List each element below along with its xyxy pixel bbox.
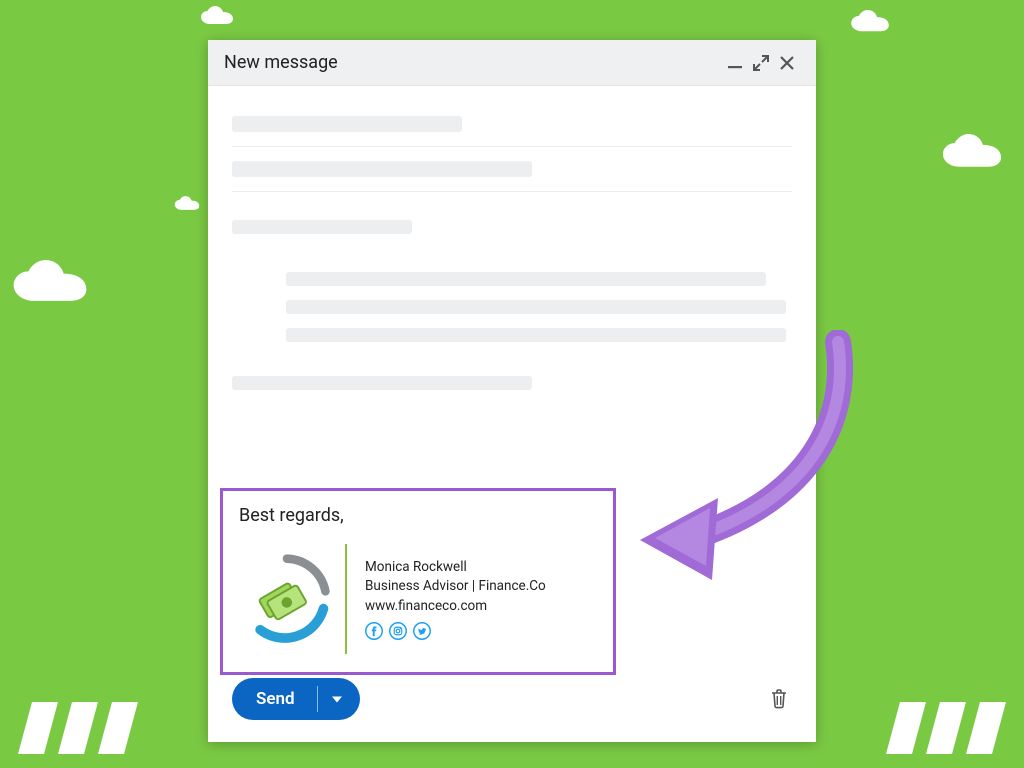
- signature-name: Monica Rockwell: [365, 558, 546, 578]
- stripes-icon: [18, 702, 138, 758]
- minimize-icon: [727, 55, 743, 71]
- signature-url: www.financeco.com: [365, 597, 546, 617]
- signature-social-row: [365, 622, 546, 640]
- instagram-icon[interactable]: [389, 622, 407, 640]
- expand-icon: [753, 55, 769, 71]
- expand-button[interactable]: [748, 50, 774, 76]
- placeholder-bar: [232, 161, 532, 177]
- placeholder-bar: [232, 116, 462, 132]
- compose-footer: Send: [208, 664, 816, 742]
- signature-highlight-box: Best regards,: [220, 488, 616, 675]
- signature-greeting: Best regards,: [239, 505, 597, 526]
- message-body-area[interactable]: [232, 192, 792, 390]
- signature-divider: [345, 544, 347, 654]
- illustration-background: New message: [0, 0, 1024, 768]
- close-button[interactable]: [774, 50, 800, 76]
- cloud-icon: [850, 10, 890, 36]
- send-button[interactable]: Send: [232, 678, 360, 720]
- placeholder-bar: [286, 328, 786, 342]
- placeholder-bar: [232, 220, 412, 234]
- signature-logo: [239, 551, 335, 647]
- compose-body: Best regards,: [208, 86, 816, 742]
- caret-down-icon: [330, 692, 344, 706]
- cloud-icon: [174, 196, 200, 213]
- minimize-button[interactable]: [722, 50, 748, 76]
- cloud-icon: [10, 260, 90, 310]
- compose-window: New message: [208, 40, 816, 742]
- signature-text-block: Monica Rockwell Business Advisor | Finan…: [365, 558, 546, 641]
- facebook-icon[interactable]: [365, 622, 383, 640]
- close-icon: [779, 55, 795, 71]
- send-button-label: Send: [232, 678, 317, 720]
- twitter-icon[interactable]: [413, 622, 431, 640]
- subject-field[interactable]: [232, 147, 792, 192]
- compose-title: New message: [224, 52, 338, 73]
- placeholder-bar: [232, 376, 532, 390]
- cloud-icon: [940, 134, 1004, 174]
- discard-button[interactable]: [766, 686, 792, 712]
- recipient-field[interactable]: [232, 102, 792, 147]
- cloud-icon: [200, 6, 234, 28]
- signature-title: Business Advisor | Finance.Co: [365, 577, 546, 597]
- placeholder-bar: [286, 272, 766, 286]
- trash-icon: [769, 688, 789, 710]
- placeholder-bar: [286, 300, 786, 314]
- compose-titlebar: New message: [208, 40, 816, 86]
- send-options-caret[interactable]: [318, 678, 360, 720]
- stripes-icon: [886, 702, 1006, 758]
